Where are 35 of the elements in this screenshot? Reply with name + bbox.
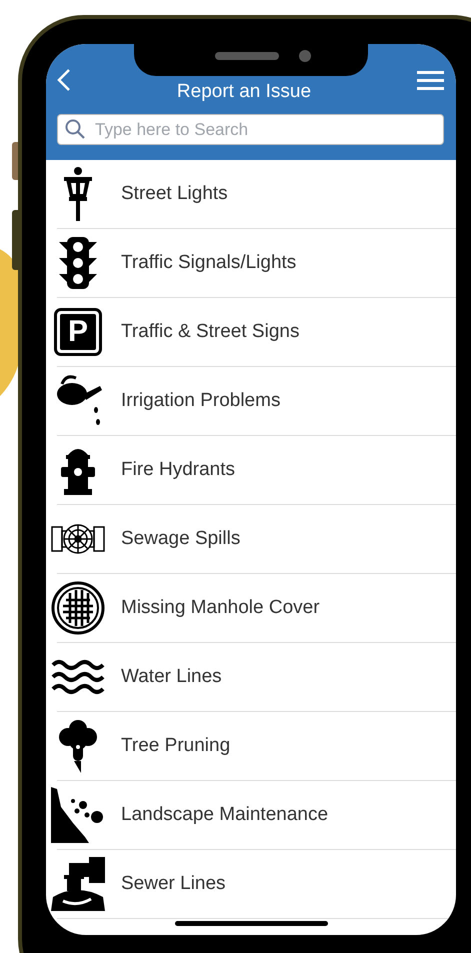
issue-list-item[interactable]: Street Lights	[50, 160, 456, 228]
menu-icon[interactable]	[416, 70, 444, 90]
rockslide-icon	[51, 787, 105, 843]
issue-label: Traffic & Street Signs	[121, 321, 300, 343]
issue-list-item[interactable]: Water Lines	[50, 643, 456, 711]
issue-list-item[interactable]: Landscape Maintenance	[50, 781, 456, 849]
issue-list-item[interactable]: Irrigation Problems	[50, 367, 456, 435]
traffic-light-icon	[57, 236, 99, 290]
issue-label: Sewage Spills	[121, 528, 240, 550]
tree-icon	[57, 719, 99, 773]
issue-list-item[interactable]: Tree Pruning	[50, 712, 456, 780]
issue-list-item[interactable]: P Traffic & Street Signs	[50, 298, 456, 366]
issue-list-item[interactable]: Missing Manhole Cover	[50, 574, 456, 642]
issue-label: Missing Manhole Cover	[121, 597, 320, 619]
water-waves-icon	[51, 657, 105, 697]
issue-list-item[interactable]: Sewer Lines	[50, 850, 456, 918]
issue-label: Sewer Lines	[121, 873, 226, 895]
parking-sign-icon: P	[54, 308, 102, 356]
issue-label: Irrigation Problems	[121, 390, 280, 412]
screen-title: Report an Issue	[176, 81, 312, 103]
speaker-icon	[215, 52, 279, 60]
search-icon	[65, 119, 85, 139]
issue-label: Fire Hydrants	[121, 459, 236, 481]
issue-label: Tree Pruning	[121, 735, 230, 757]
issue-label: Landscape Maintenance	[121, 804, 328, 826]
issue-label: Street Lights	[121, 183, 228, 205]
search-field[interactable]: Type here to Search	[57, 114, 444, 145]
manhole-cover-icon	[51, 581, 105, 635]
camera-icon	[299, 50, 311, 62]
issue-label: Traffic Signals/Lights	[121, 252, 296, 274]
issue-label: Water Lines	[121, 666, 222, 688]
back-icon[interactable]	[57, 69, 71, 91]
issue-list-item[interactable]: Traffic Signals/Lights	[50, 229, 456, 297]
issue-list-item[interactable]: Fire Hydrants	[50, 436, 456, 504]
issue-list-item[interactable]: Sewage Spills	[50, 505, 456, 573]
